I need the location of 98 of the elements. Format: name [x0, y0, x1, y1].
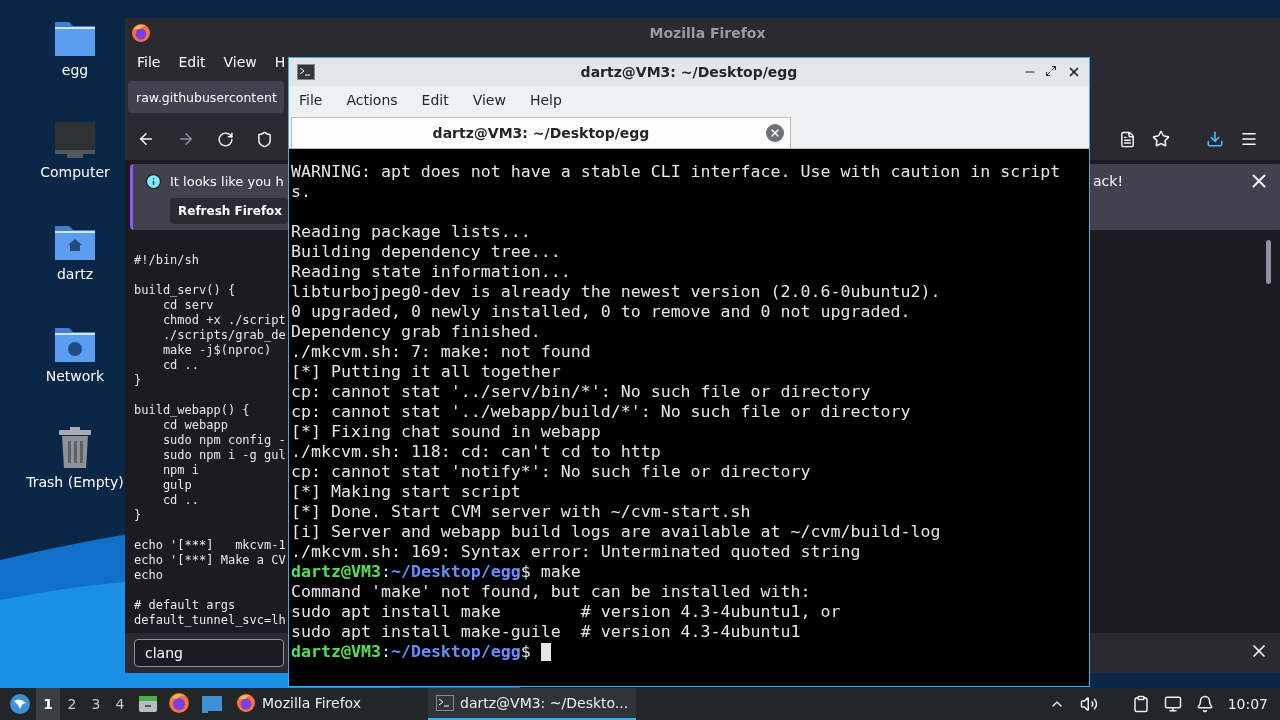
- output-line: cp: cannot stat '../serv/bin/*': No such file or directory: [291, 382, 871, 402]
- menu-item[interactable]: File: [299, 92, 323, 108]
- desktop-icon-label: Computer: [40, 164, 110, 180]
- output-line: 0 upgraded, 0 newly installed, 0 to remove and 0 not upgraded.: [291, 302, 911, 322]
- start-menu-icon[interactable]: [8, 692, 32, 716]
- refresh-button[interactable]: Refresh Firefox: [170, 198, 289, 224]
- output-line: [*] Fixing chat sound in webapp: [291, 422, 601, 442]
- output-line: WARNING: apt does not have a stable CLI interface. Use with caution in script: [291, 162, 1061, 182]
- code-line: ./scripts/grab_de: [161, 328, 286, 342]
- download-icon[interactable]: [1206, 130, 1224, 148]
- notification-text: It looks like you h: [170, 173, 284, 189]
- output-line: Reading state information...: [291, 262, 571, 282]
- window-title: dartz@VM3: ~/Desktop/egg: [579, 64, 799, 80]
- output-line: s.: [291, 182, 311, 202]
- output-line: [*] Putting it all together: [291, 362, 561, 382]
- workspace-button[interactable]: 1: [36, 688, 60, 720]
- output-line: Dependency grab finished.: [291, 322, 541, 342]
- output-line: Reading package lists...: [291, 222, 531, 242]
- output-line: ./mkcvm.sh: 169: Syntax error: Unterminated quoted string: [291, 542, 861, 562]
- output-line: sudo apt install make-guile # version 4.3-4ubuntu1: [291, 622, 801, 642]
- prompt-separator: :: [380, 642, 391, 662]
- code-line: npm i: [161, 463, 200, 477]
- code-line: echo '[***] mkcvm-1: [134, 538, 286, 552]
- terminal-icon[interactable]: [297, 64, 315, 80]
- output-line: [*] Making start script: [291, 482, 521, 502]
- desktop-icon-label: Trash (Empty): [26, 474, 124, 490]
- window-title: Mozilla Firefox: [648, 25, 767, 41]
- workspace-button[interactable]: 2: [60, 688, 84, 720]
- output-line: Command 'make' not found, but can be installed with:: [291, 582, 811, 602]
- find-field[interactable]: clang: [134, 639, 284, 667]
- code-line: #!/bin/sh: [134, 253, 200, 267]
- forward-icon[interactable]: [177, 130, 195, 148]
- code-line: }: [134, 508, 142, 522]
- output-line: sudo apt install make # version 4.3-4ubuntu1, or: [291, 602, 841, 622]
- menu-item[interactable]: Edit: [421, 92, 449, 108]
- prompt-symbol: $: [520, 642, 531, 662]
- workspace-button[interactable]: 4: [108, 688, 132, 720]
- output-line: cp: cannot stat 'notify*': No such file or directory: [291, 462, 811, 482]
- desktop-icon-label: dartz: [56, 266, 94, 282]
- menu-item[interactable]: File: [137, 54, 161, 70]
- back-icon[interactable]: [137, 130, 155, 148]
- prompt-path: ~/Desktop/egg: [390, 562, 521, 582]
- code-line: cd ..: [161, 493, 200, 507]
- taskbar-task[interactable]: dartz@VM3: ~/Deskto...: [428, 688, 637, 720]
- output-line: libturbojpeg0-dev is already the newest version (2.0.6-0ubuntu2).: [291, 282, 941, 302]
- code-line: echo: [134, 568, 163, 582]
- output-line: [*] Done. Start CVM server with ~/cvm-start.sh: [291, 502, 751, 522]
- firefox-icon[interactable]: [236, 693, 256, 713]
- output-line: Building dependency tree...: [291, 242, 561, 262]
- menu-item[interactable]: Edit: [178, 54, 206, 70]
- menu-item[interactable]: Help: [529, 92, 562, 108]
- code-line: cd ..: [161, 358, 200, 372]
- command-text: make: [539, 562, 581, 582]
- code-line: chmod +x ./script: [161, 313, 286, 327]
- code-line: gulp: [161, 478, 192, 492]
- output-line: cp: cannot stat '../webapp/build/*': No such file or directory: [291, 402, 911, 422]
- prompt-path: ~/Desktop/egg: [390, 642, 521, 662]
- desktop-icon-label: egg: [61, 62, 89, 78]
- maximize-button[interactable]: [1045, 65, 1059, 79]
- clock: 10:07: [1227, 696, 1268, 712]
- code-line: default_tunnel_svc=lh: [134, 613, 286, 627]
- code-line: build_webapp() {: [134, 403, 250, 417]
- menu-item[interactable]: Actions: [346, 92, 398, 108]
- output-line: [i] Server and webapp build logs are available at ~/cvm/build-log: [291, 522, 941, 542]
- reload-icon[interactable]: [217, 130, 234, 148]
- code-line: make -j$(nproc): [161, 343, 272, 357]
- workspace-button[interactable]: 3: [84, 688, 108, 720]
- code-line: echo '[***] Make a CV: [134, 553, 286, 567]
- info-icon: [145, 172, 162, 190]
- menu-item[interactable]: H: [274, 54, 286, 70]
- prompt-separator: :: [380, 562, 391, 582]
- url-field[interactable]: raw.githubusercontent: [128, 81, 284, 113]
- code-line: cd webapp: [161, 418, 228, 432]
- prompt-symbol: $: [520, 562, 531, 582]
- code-line: }: [134, 373, 142, 387]
- output-line: ./mkcvm.sh: 7: make: not found: [291, 342, 591, 362]
- code-line: # default args: [134, 598, 236, 612]
- taskbar-task[interactable]: Mozilla Firefox: [228, 688, 428, 720]
- prompt-user: dartz@VM3: [291, 642, 381, 662]
- scrollbar-thumb[interactable]: [1266, 240, 1271, 284]
- output-line: ./mkcvm.sh: 118: cd: can't cd to http: [291, 442, 661, 462]
- star-icon[interactable]: [1152, 130, 1170, 148]
- shield-icon[interactable]: [256, 130, 273, 148]
- close-button[interactable]: [1067, 65, 1081, 79]
- menu-item[interactable]: View: [472, 92, 506, 108]
- reader-view-icon[interactable]: [1119, 130, 1136, 148]
- code-line: sudo npm i -g gul: [161, 448, 286, 462]
- menu-item[interactable]: View: [223, 54, 257, 70]
- notification-text: ack!: [1093, 173, 1123, 189]
- prompt-user: dartz@VM3: [291, 562, 381, 582]
- menu-icon[interactable]: [1240, 130, 1258, 148]
- desktop-icon-label: Network: [45, 368, 105, 384]
- terminal-icon[interactable]: [436, 695, 454, 711]
- terminal-tab[interactable]: dartz@VM3: ~/Desktop/egg: [291, 117, 791, 148]
- code-line: cd serv: [161, 298, 214, 312]
- firefox-icon[interactable]: [131, 23, 151, 43]
- code-line: build_serv() {: [134, 283, 236, 297]
- code-line: sudo npm config -: [161, 433, 286, 447]
